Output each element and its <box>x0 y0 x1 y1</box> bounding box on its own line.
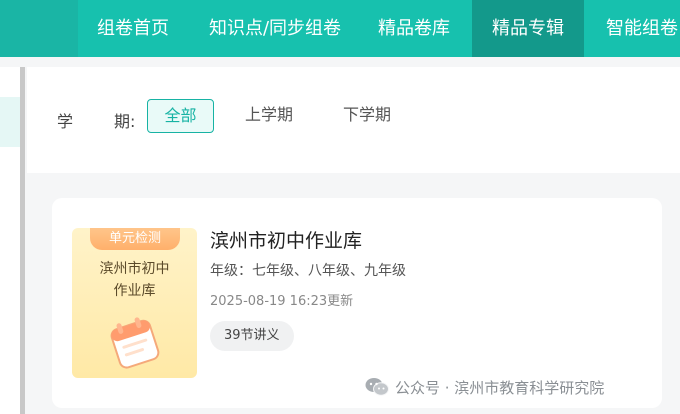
unit-test-badge: 单元检测 <box>90 228 180 250</box>
watermark-text: 公众号 · 滨州市教育科学研究院 <box>395 378 605 397</box>
album-updated-time: 2025-08-19 16:23更新 <box>210 294 354 309</box>
filter-label-part2: 期: <box>114 112 136 131</box>
sidebar <box>0 67 20 414</box>
semester-filter-panel: 学 期: 全部 上学期 下学期 <box>27 67 680 173</box>
nav-item-premium-albums[interactable]: 精品专辑 <box>472 0 584 57</box>
filter-option-all[interactable]: 全部 <box>147 99 214 133</box>
lecture-count-tag: 39节讲义 <box>210 321 294 351</box>
sidebar-active-item[interactable] <box>0 97 20 147</box>
wechat-icon <box>365 378 389 396</box>
nav-item-premium-papers[interactable]: 精品卷库 <box>366 0 462 57</box>
nav-left-strip <box>0 0 78 57</box>
cover-title-line1: 滨州市初中 <box>99 261 170 277</box>
album-cover[interactable]: 单元检测 滨州市初中 作业库 <box>72 228 197 378</box>
cover-title-line2: 作业库 <box>113 283 156 299</box>
album-grade: 年级：七年级、八年级、九年级 <box>210 263 406 279</box>
top-navigation: 组卷首页 知识点/同步组卷 精品卷库 精品专辑 智能组卷 <box>0 0 680 57</box>
filter-label-part1: 学 <box>57 112 74 131</box>
calendar-icon <box>110 317 160 369</box>
nav-item-knowledge-sync[interactable]: 知识点/同步组卷 <box>198 0 352 57</box>
filter-option-first-semester[interactable]: 上学期 <box>234 99 304 133</box>
filter-option-second-semester[interactable]: 下学期 <box>332 99 402 133</box>
watermark: 公众号 · 滨州市教育科学研究院 <box>365 375 604 399</box>
nav-item-smart-compose[interactable]: 智能组卷 <box>594 0 680 57</box>
scrollbar[interactable] <box>20 67 25 414</box>
cover-title: 滨州市初中 作业库 <box>72 258 197 302</box>
album-title[interactable]: 滨州市初中作业库 <box>210 226 362 253</box>
nav-item-home[interactable]: 组卷首页 <box>88 0 178 57</box>
